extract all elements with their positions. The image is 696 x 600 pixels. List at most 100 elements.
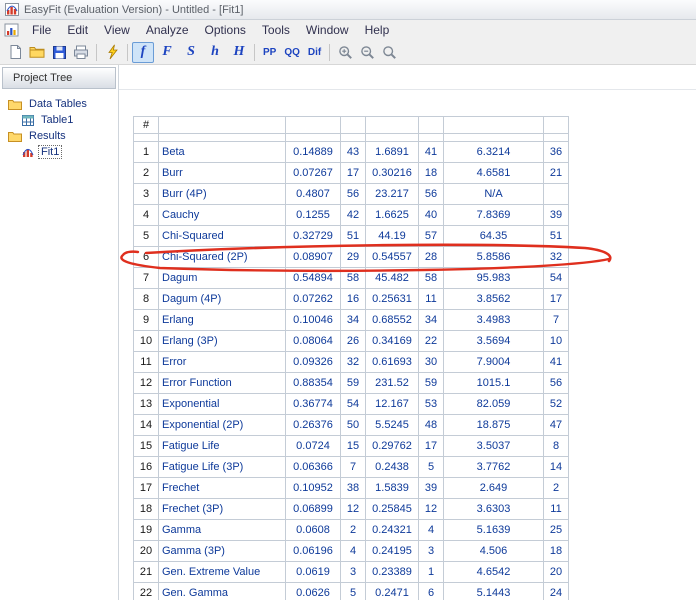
table-row[interactable]: 15Fatigue Life0.0724150.29762173.50378 <box>134 436 569 457</box>
plot-pp-button[interactable]: PP <box>259 43 280 62</box>
folder-icon <box>8 99 22 110</box>
table-row[interactable]: 22Gen. Gamma0.062650.247165.144324 <box>134 583 569 600</box>
zoom-reset-button[interactable] <box>378 42 400 62</box>
graph-f-button[interactable]: f <box>132 42 154 63</box>
graph-F-button[interactable]: F <box>156 42 178 63</box>
open-folder-icon <box>29 45 45 59</box>
menu-edit[interactable]: Edit <box>59 21 96 39</box>
child-window-border <box>119 89 696 90</box>
table-row[interactable]: 16Fatigue Life (3P)0.0636670.243853.7762… <box>134 457 569 478</box>
distribution-name: Frechet <box>159 478 286 499</box>
statistic-3: 64.35 <box>444 226 544 247</box>
distribution-name: Gen. Extreme Value <box>159 562 286 583</box>
run-fit-button[interactable] <box>101 42 123 62</box>
rank-3: 2 <box>544 478 569 499</box>
toolbar-separator <box>254 44 255 61</box>
header-cell <box>341 117 366 134</box>
tree-item-fit1[interactable]: Fit1 <box>0 144 118 160</box>
distribution-name: Dagum (4P) <box>159 289 286 310</box>
tree-item-results[interactable]: Results <box>0 128 118 144</box>
zoom-in-button[interactable] <box>334 42 356 62</box>
rank-3: 54 <box>544 268 569 289</box>
table-row[interactable]: 19Gamma0.060820.2432145.163925 <box>134 520 569 541</box>
table-row[interactable]: 6Chi-Squared (2P)0.08907290.54557285.858… <box>134 247 569 268</box>
table-row[interactable]: 5Chi-Squared0.327295144.195764.3551 <box>134 226 569 247</box>
row-number: 22 <box>134 583 159 600</box>
statistic-2: 0.24321 <box>366 520 419 541</box>
open-folder-button[interactable] <box>26 42 48 62</box>
toolbar-separator <box>329 44 330 61</box>
goodness-of-fit-table: # <box>133 116 569 600</box>
rank-1: 50 <box>341 415 366 436</box>
plot-qq-button[interactable]: QQ <box>280 43 304 62</box>
table-row[interactable]: 9Erlang0.10046340.68552343.49837 <box>134 310 569 331</box>
table-row[interactable]: 17Frechet0.10952381.5839392.6492 <box>134 478 569 499</box>
tree-item-data-tables[interactable]: Data Tables <box>0 96 118 112</box>
zoom-in-icon <box>338 45 353 60</box>
statistic-3: N/A <box>444 184 544 205</box>
rank-2: 59 <box>419 373 444 394</box>
row-number: 5 <box>134 226 159 247</box>
statistic-2: 45.482 <box>366 268 419 289</box>
toolbar: fFShH PPQQDif <box>0 40 696 65</box>
graph-H-button[interactable]: H <box>228 42 250 63</box>
index-header-cell: # <box>134 117 159 134</box>
distribution-name: Fatigue Life <box>159 436 286 457</box>
table-row[interactable]: 7Dagum0.548945845.4825895.98354 <box>134 268 569 289</box>
rank-2: 53 <box>419 394 444 415</box>
row-number: 2 <box>134 163 159 184</box>
statistic-2: 0.25631 <box>366 289 419 310</box>
table-row[interactable]: 8Dagum (4P)0.07262160.25631113.856217 <box>134 289 569 310</box>
rank-3: 10 <box>544 331 569 352</box>
rank-2: 34 <box>419 310 444 331</box>
rank-1: 43 <box>341 142 366 163</box>
save-button[interactable] <box>48 42 70 62</box>
menu-analyze[interactable]: Analyze <box>138 21 197 39</box>
header-cell <box>159 134 286 142</box>
rank-1: 26 <box>341 331 366 352</box>
table-row[interactable]: 12Error Function0.8835459231.52591015.15… <box>134 373 569 394</box>
rank-3: 8 <box>544 436 569 457</box>
distribution-name: Beta <box>159 142 286 163</box>
menu-window[interactable]: Window <box>298 21 357 39</box>
table-row[interactable]: 2Burr0.07267170.30216184.658121 <box>134 163 569 184</box>
rank-1: 17 <box>341 163 366 184</box>
distribution-name: Chi-Squared (2P) <box>159 247 286 268</box>
table-row[interactable]: 14Exponential (2P)0.26376505.52454818.87… <box>134 415 569 436</box>
menu-help[interactable]: Help <box>357 21 398 39</box>
table-row[interactable]: 20Gamma (3P)0.0619640.2419534.50618 <box>134 541 569 562</box>
statistic-3: 5.8586 <box>444 247 544 268</box>
menu-file[interactable]: File <box>24 21 59 39</box>
distribution-name: Erlang <box>159 310 286 331</box>
tree-item-label: Table1 <box>38 113 76 127</box>
new-document-button[interactable] <box>4 42 26 62</box>
table-row[interactable]: 10Erlang (3P)0.08064260.34169223.569410 <box>134 331 569 352</box>
table-subheader-row <box>134 134 569 142</box>
statistic-2: 44.19 <box>366 226 419 247</box>
table-row[interactable]: 21Gen. Extreme Value0.061930.2338914.654… <box>134 562 569 583</box>
table-row[interactable]: 13Exponential0.367745412.1675382.05952 <box>134 394 569 415</box>
print-button[interactable] <box>70 42 92 62</box>
statistic-2: 23.217 <box>366 184 419 205</box>
rank-2: 28 <box>419 247 444 268</box>
rank-3: 51 <box>544 226 569 247</box>
table-row[interactable]: 1Beta0.14889431.6891416.321436 <box>134 142 569 163</box>
menu-view[interactable]: View <box>96 21 138 39</box>
statistic-1: 0.08907 <box>286 247 341 268</box>
plot-dif-button[interactable]: Dif <box>304 43 325 62</box>
table-row[interactable]: 11Error0.09326320.61693307.900441 <box>134 352 569 373</box>
tree-item-table1[interactable]: Table1 <box>0 112 118 128</box>
statistic-2: 0.30216 <box>366 163 419 184</box>
menu-tools[interactable]: Tools <box>254 21 298 39</box>
table-row[interactable]: 4Cauchy0.1255421.6625407.836939 <box>134 205 569 226</box>
graph-S-button[interactable]: S <box>180 42 202 63</box>
zoom-out-button[interactable] <box>356 42 378 62</box>
row-number: 17 <box>134 478 159 499</box>
rank-1: 58 <box>341 268 366 289</box>
table-row[interactable]: 18Frechet (3P)0.06899120.25845123.630311 <box>134 499 569 520</box>
statistic-3: 82.059 <box>444 394 544 415</box>
table-row[interactable]: 3Burr (4P)0.48075623.21756N/A <box>134 184 569 205</box>
menu-options[interactable]: Options <box>197 21 254 39</box>
graph-h-button[interactable]: h <box>204 42 226 63</box>
statistic-1: 0.06196 <box>286 541 341 562</box>
